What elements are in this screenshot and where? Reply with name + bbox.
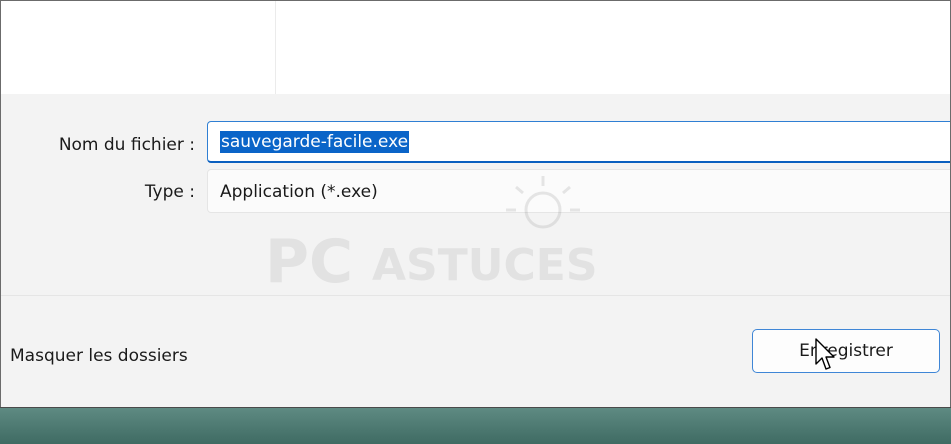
pane-divider[interactable] bbox=[275, 1, 276, 94]
file-type-value: Application (*.exe) bbox=[220, 182, 378, 202]
save-button[interactable]: Enregistrer bbox=[752, 329, 940, 373]
hide-folders-link[interactable]: Masquer les dossiers bbox=[10, 345, 188, 367]
type-label: Type : bbox=[144, 182, 195, 202]
footer-divider bbox=[1, 295, 950, 296]
desktop-background-strip bbox=[0, 407, 951, 444]
filename-input[interactable]: sauvegarde-facile.exe bbox=[207, 121, 950, 163]
filename-input-value[interactable]: sauvegarde-facile.exe bbox=[220, 131, 410, 153]
save-dialog: Nom du fichier : sauvegarde-facile.exe T… bbox=[0, 0, 951, 443]
filename-label: Nom du fichier : bbox=[58, 135, 195, 155]
file-browser-area bbox=[1, 1, 950, 94]
file-type-select[interactable]: Application (*.exe) bbox=[207, 169, 950, 213]
